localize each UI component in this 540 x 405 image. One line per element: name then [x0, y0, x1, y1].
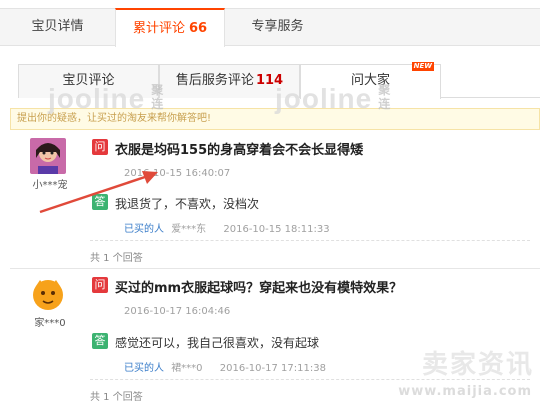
brand-watermark: 卖家资讯 [421, 350, 534, 380]
brand-url: www.maijia.com [398, 384, 532, 399]
